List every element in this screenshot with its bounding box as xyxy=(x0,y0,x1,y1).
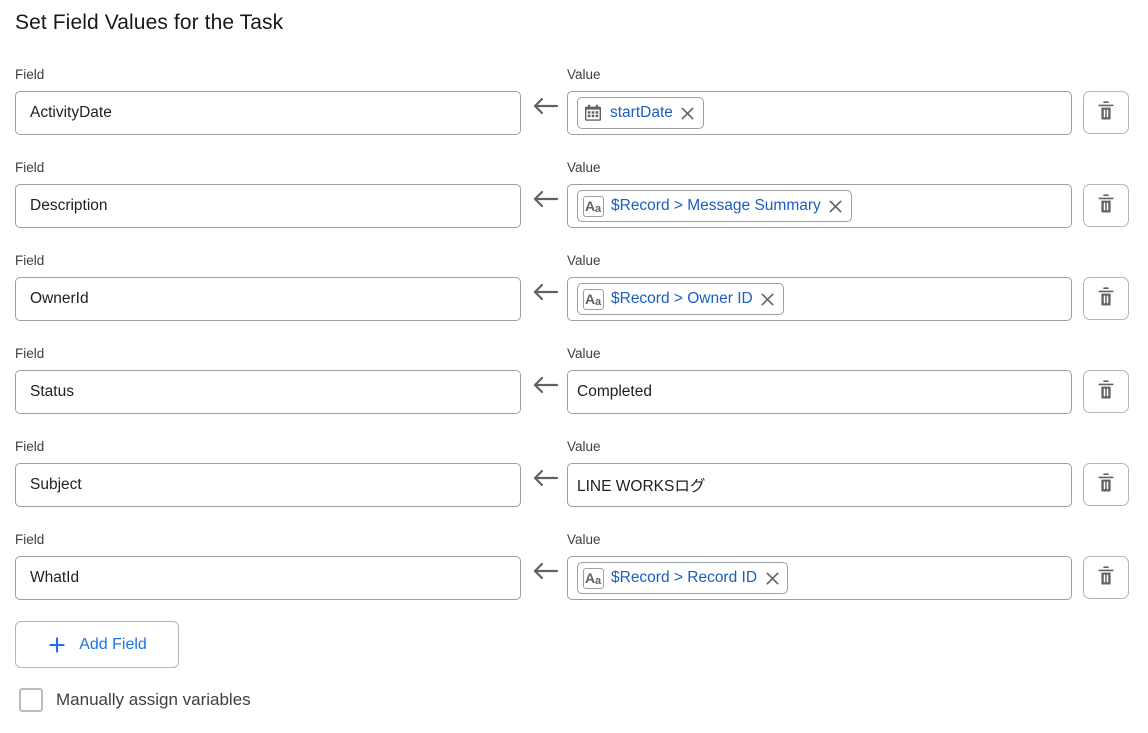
field-column: Field Subject xyxy=(15,439,521,507)
value-input[interactable]: Aa $Record > Owner ID xyxy=(567,277,1072,321)
field-value-row: Field OwnerId Value Aa $Record > Owner ID xyxy=(0,245,1148,338)
value-label: Value xyxy=(567,346,601,361)
value-column: Value Aa $Record > Owner ID xyxy=(567,253,1072,321)
add-field-label: Add Field xyxy=(79,635,147,653)
field-input-value: Status xyxy=(30,383,74,400)
arrow-left-icon xyxy=(529,555,561,587)
value-label: Value xyxy=(567,253,601,268)
calendar-icon xyxy=(583,103,603,123)
delete-row-button[interactable] xyxy=(1083,370,1129,413)
close-icon[interactable] xyxy=(680,105,696,121)
delete-row-button[interactable] xyxy=(1083,463,1129,506)
value-pill-label: startDate xyxy=(610,104,673,122)
value-pill[interactable]: startDate xyxy=(577,97,704,129)
page-title: Set Field Values for the Task xyxy=(15,11,284,34)
field-input[interactable]: OwnerId xyxy=(15,277,521,321)
arrow-left-icon xyxy=(529,462,561,494)
delete-row-button[interactable] xyxy=(1083,184,1129,227)
add-field-button[interactable]: Add Field xyxy=(15,621,179,668)
field-input[interactable]: Subject xyxy=(15,463,521,507)
manually-assign-variables-checkbox[interactable] xyxy=(19,688,43,712)
value-text: LINE WORKSログ xyxy=(577,478,706,495)
field-column: Field WhatId xyxy=(15,532,521,600)
field-column: Field Description xyxy=(15,160,521,228)
field-label: Field xyxy=(15,346,45,361)
arrow-left-icon xyxy=(529,183,561,215)
value-label: Value xyxy=(567,532,601,547)
trash-icon xyxy=(1096,100,1116,125)
value-label: Value xyxy=(567,67,601,82)
value-pill[interactable]: Aa $Record > Message Summary xyxy=(577,190,852,222)
field-input-value: WhatId xyxy=(30,569,80,586)
value-column: Value Aa $Record > Message Summary xyxy=(567,160,1072,228)
field-input-value: ActivityDate xyxy=(30,104,112,121)
field-value-rows: Field ActivityDate Value startDate Field Desc… xyxy=(0,59,1148,617)
field-column: Field OwnerId xyxy=(15,253,521,321)
text-type-icon: Aa xyxy=(583,567,604,589)
field-value-row: Field Status Value Completed xyxy=(0,338,1148,431)
field-label: Field xyxy=(15,253,45,268)
value-text: Completed xyxy=(577,383,652,400)
field-label: Field xyxy=(15,532,45,547)
trash-icon xyxy=(1096,379,1116,404)
value-pill-label: $Record > Owner ID xyxy=(611,290,753,308)
value-column: Value Aa $Record > Record ID xyxy=(567,532,1072,600)
plus-icon xyxy=(47,635,67,655)
field-column: Field ActivityDate xyxy=(15,67,521,135)
value-column: Value Completed xyxy=(567,346,1072,414)
field-input[interactable]: ActivityDate xyxy=(15,91,521,135)
field-value-row: Field ActivityDate Value startDate xyxy=(0,59,1148,152)
field-input[interactable]: WhatId xyxy=(15,556,521,600)
value-label: Value xyxy=(567,439,601,454)
arrow-left-icon xyxy=(529,369,561,401)
field-column: Field Status xyxy=(15,346,521,414)
trash-icon xyxy=(1096,472,1116,497)
value-pill-label: $Record > Record ID xyxy=(611,569,758,587)
field-input-value: Description xyxy=(30,197,108,214)
arrow-left-icon xyxy=(529,90,561,122)
trash-icon xyxy=(1096,565,1116,590)
delete-row-button[interactable] xyxy=(1083,277,1129,320)
trash-icon xyxy=(1096,286,1116,311)
value-pill-label: $Record > Message Summary xyxy=(611,197,821,215)
value-input[interactable]: startDate xyxy=(567,91,1072,135)
field-value-row: Field Subject Value LINE WORKSログ xyxy=(0,431,1148,524)
field-input[interactable]: Description xyxy=(15,184,521,228)
close-icon[interactable] xyxy=(828,198,844,214)
field-input[interactable]: Status xyxy=(15,370,521,414)
set-field-values-panel: Set Field Values for the Task Field Activ… xyxy=(0,0,1148,733)
delete-row-button[interactable] xyxy=(1083,91,1129,134)
value-column: Value startDate xyxy=(567,67,1072,135)
field-value-row: Field WhatId Value Aa $Record > Record ID xyxy=(0,524,1148,617)
field-value-row: Field Description Value Aa $Record > Message… xyxy=(0,152,1148,245)
field-label: Field xyxy=(15,67,45,82)
text-type-icon: Aa xyxy=(583,288,604,310)
value-input[interactable]: LINE WORKSログ xyxy=(567,463,1072,507)
value-pill[interactable]: Aa $Record > Owner ID xyxy=(577,283,784,315)
field-input-value: OwnerId xyxy=(30,290,89,307)
value-column: Value LINE WORKSログ xyxy=(567,439,1072,507)
value-input[interactable]: Completed xyxy=(567,370,1072,414)
close-icon[interactable] xyxy=(764,570,780,586)
manually-assign-variables-row[interactable]: Manually assign variables xyxy=(19,688,251,712)
field-input-value: Subject xyxy=(30,476,82,493)
field-label: Field xyxy=(15,439,45,454)
text-type-icon: Aa xyxy=(583,195,604,217)
value-input[interactable]: Aa $Record > Record ID xyxy=(567,556,1072,600)
value-label: Value xyxy=(567,160,601,175)
delete-row-button[interactable] xyxy=(1083,556,1129,599)
field-label: Field xyxy=(15,160,45,175)
value-input[interactable]: Aa $Record > Message Summary xyxy=(567,184,1072,228)
close-icon[interactable] xyxy=(760,291,776,307)
manually-assign-variables-label: Manually assign variables xyxy=(56,690,251,709)
arrow-left-icon xyxy=(529,276,561,308)
value-pill[interactable]: Aa $Record > Record ID xyxy=(577,562,789,594)
trash-icon xyxy=(1096,193,1116,218)
